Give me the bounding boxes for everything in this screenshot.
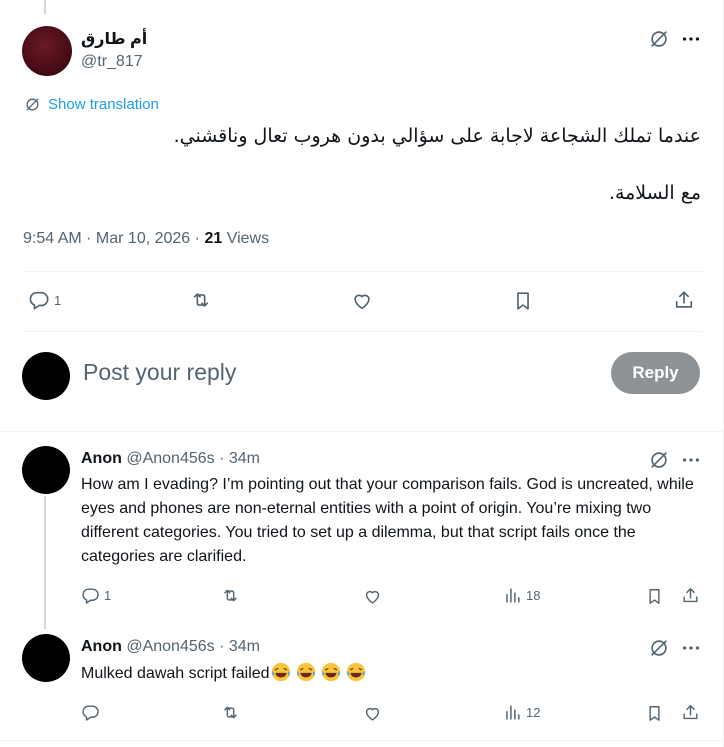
comment-time[interactable]: · 34m	[219, 450, 260, 467]
my-avatar	[22, 352, 70, 400]
reply-submit-button[interactable]: Reply	[611, 352, 700, 394]
divider	[22, 331, 702, 332]
retweet-button[interactable]	[190, 289, 212, 311]
laughing-crying-emoji	[270, 661, 292, 683]
comment-author-name[interactable]: Anon	[81, 638, 122, 655]
comment-header: Anon @Anon456s · 34m	[81, 450, 260, 468]
reply-button[interactable]	[81, 703, 100, 722]
bookmark-icon	[645, 587, 664, 606]
retweet-icon	[221, 703, 240, 722]
share-button[interactable]	[681, 586, 700, 605]
laughing-crying-emoji	[320, 661, 342, 683]
comment-author-handle[interactable]: @Anon456s	[126, 450, 214, 467]
grok-icon[interactable]	[648, 637, 670, 659]
bookmark-button[interactable]	[512, 290, 534, 312]
retweet-icon	[221, 586, 240, 605]
show-translation-link[interactable]: Show translation	[24, 96, 159, 113]
like-button[interactable]	[363, 587, 382, 606]
thread-line-top	[44, 0, 46, 14]
author-name[interactable]: أم طارق	[81, 29, 147, 49]
reply-button[interactable]: 1	[28, 289, 61, 311]
share-icon	[681, 586, 700, 605]
comment-avatar[interactable]	[22, 634, 70, 682]
like-icon	[351, 290, 373, 312]
thread-view: أم طارق @tr_817 Show translation عندما ت…	[0, 0, 724, 747]
laughing-crying-emoji	[345, 661, 367, 683]
comment-author-name[interactable]: Anon	[81, 450, 122, 467]
retweet-button[interactable]	[221, 586, 240, 605]
views-count: 21	[204, 230, 223, 247]
emoji-group	[270, 665, 370, 682]
reply-input[interactable]: Post your reply	[83, 359, 236, 386]
reply-icon	[28, 289, 50, 311]
more-icon[interactable]	[680, 449, 702, 471]
reply-button[interactable]: 1	[81, 586, 111, 605]
bookmark-button[interactable]	[645, 587, 664, 606]
show-translation-label: Show translation	[48, 96, 159, 113]
views-icon	[503, 586, 522, 605]
grok-icon[interactable]	[648, 449, 670, 471]
tweet-meta: 9:54 AM · Mar 10, 2026 · 21 Views	[23, 230, 269, 248]
reply-count: 1	[54, 292, 62, 308]
translate-icon	[24, 96, 41, 113]
bookmark-button[interactable]	[645, 704, 664, 723]
divider	[0, 740, 724, 741]
bookmark-icon	[512, 290, 534, 312]
more-icon[interactable]	[680, 637, 702, 659]
like-icon	[363, 704, 382, 723]
share-button[interactable]	[673, 289, 695, 311]
grok-icon[interactable]	[648, 28, 670, 50]
comment-text: Mulked dawah script failed	[81, 665, 270, 682]
views-count: 12	[526, 705, 541, 720]
author-handle[interactable]: @tr_817	[81, 53, 143, 71]
comment-header: Anon @Anon456s · 34m	[81, 638, 260, 656]
comment-avatar[interactable]	[22, 446, 70, 494]
tweet-text-line2: مع السلامة.	[608, 182, 701, 204]
share-icon	[681, 703, 700, 722]
reply-count: 1	[104, 588, 112, 603]
laughing-crying-emoji	[295, 661, 317, 683]
views-count: 18	[526, 588, 541, 603]
comment-time[interactable]: · 34m	[219, 638, 260, 655]
retweet-icon	[190, 289, 212, 311]
more-icon[interactable]	[680, 28, 702, 50]
like-button[interactable]	[351, 290, 373, 312]
divider	[0, 431, 724, 432]
tweet-timestamp[interactable]: 9:54 AM · Mar 10, 2026 ·	[23, 230, 200, 247]
previous-post-fragment	[0, 0, 724, 16]
like-button[interactable]	[363, 704, 382, 723]
reply-icon	[81, 586, 100, 605]
retweet-button[interactable]	[221, 703, 240, 722]
divider	[22, 271, 702, 272]
views-label: Views	[226, 230, 270, 247]
comment-text-container: Mulked dawah script failed	[81, 661, 706, 686]
comment-author-handle[interactable]: @Anon456s	[126, 638, 214, 655]
author-avatar[interactable]	[22, 26, 72, 76]
share-button[interactable]	[681, 703, 700, 722]
thread-line	[44, 496, 46, 629]
views-button[interactable]: 18	[503, 586, 540, 605]
bookmark-icon	[645, 704, 664, 723]
views-button[interactable]: 12	[503, 703, 540, 722]
share-icon	[673, 289, 695, 311]
views-icon	[503, 703, 522, 722]
tweet-text-line1: عندما تملك الشجاعة لاجابة على سؤالي بدون…	[173, 125, 701, 147]
like-icon	[363, 587, 382, 606]
comment-text: How am I evading? I’m pointing out that …	[81, 476, 694, 565]
reply-icon	[81, 703, 100, 722]
